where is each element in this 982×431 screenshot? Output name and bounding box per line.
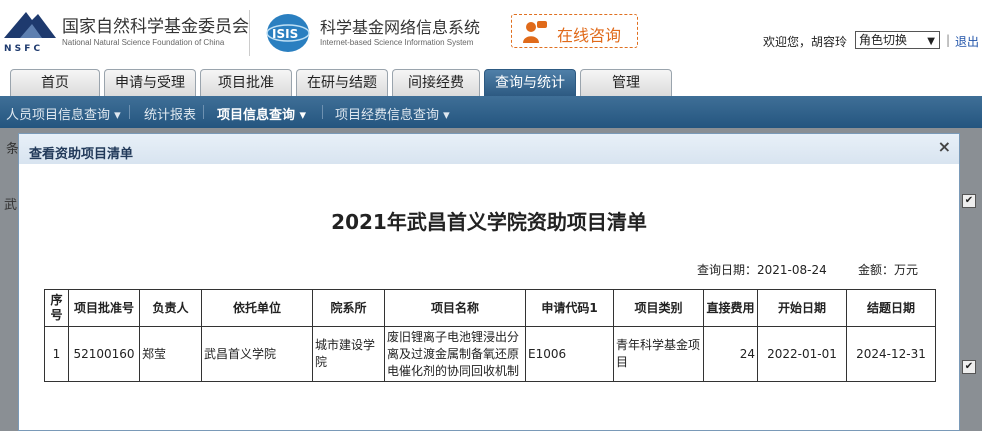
subnav-stats-report[interactable]: 统计报表 [144,104,196,123]
welcome-text: 欢迎您，胡容玲 [763,35,848,49]
system-name-cn: 科学基金网络信息系统 [320,18,481,37]
tab-apply[interactable]: 申请与受理 [104,69,196,96]
caret-down-icon: ▾ [114,108,121,123]
subnav-funds-query[interactable]: 项目经费信息查询 ▾ [335,104,450,123]
header-divider [249,10,250,56]
cell-direct-cost: 24 [703,326,758,382]
background-checkbox[interactable]: ✔ [962,194,976,208]
logout-separator: | [946,33,951,47]
cell-project-name: 废旧锂离子电池锂浸出分离及过渡金属制备氧还原电催化剂的协同回收机制 [384,326,526,382]
subnav-project-query-label: 项目信息查询 [217,108,296,123]
subnav-divider [129,105,130,119]
col-header: 负责人 [139,289,202,327]
funded-project-table: 序号 项目批准号 负责人 依托单位 院系所 项目名称 申请代码1 项目类别 直接… [44,289,936,382]
dialog-header: 查看资助项目清单 × [19,134,959,164]
subnav-person-query[interactable]: 人员项目信息查询 ▾ [6,104,121,123]
org-name-en: National Natural Science Foundation of C… [62,38,225,47]
tab-query-stats[interactable]: 查询与统计 [484,69,576,96]
col-header: 依托单位 [201,289,313,327]
svg-text:N S F C: N S F C [4,44,41,54]
col-header: 直接费用 [703,289,758,327]
consult-person-icon [523,21,547,43]
chevron-down-icon: ▼ [927,36,935,47]
project-list-dialog: 查看资助项目清单 × 2021年武昌首义学院资助项目清单 查询日期：2021-0… [18,133,960,431]
org-name-cn: 国家自然科学基金委员会 [62,17,249,37]
online-consult-button[interactable]: 在线咨询 [511,14,638,48]
background-checkbox[interactable]: ✔ [962,360,976,374]
col-header: 开始日期 [757,289,847,327]
isis-logo-icon: ISIS [266,14,310,52]
table-row: 1 52100160 郑莹 武昌首义学院 城市建设学院 废旧锂离子电池锂浸出分离… [44,326,936,382]
table-header-row: 序号 项目批准号 负责人 依托单位 院系所 项目名称 申请代码1 项目类别 直接… [44,289,936,327]
col-header: 项目名称 [384,289,526,327]
subnav-person-query-label: 人员项目信息查询 [6,108,111,123]
online-consult-label: 在线咨询 [557,26,622,45]
subnav-funds-query-label: 项目经费信息查询 [335,108,440,123]
amount-unit: 金额：万元 [858,263,919,277]
col-header: 院系所 [312,289,385,327]
role-switch-select[interactable]: 角色切换 ▼ [855,31,940,49]
subnav-project-query[interactable]: 项目信息查询 ▾ [217,104,306,123]
cell-approval-no: 52100160 [68,326,140,382]
col-header: 结题日期 [846,289,936,327]
tab-indirect-funds[interactable]: 间接经费 [392,69,480,96]
cell-project-type: 青年科学基金项目 [613,326,704,382]
top-header: N S F C 国家自然科学基金委员会 National Natural Sci… [0,0,982,66]
subnav-divider [322,105,323,119]
col-header: 序号 [44,289,69,327]
role-switch-value: 角色切换 [859,33,908,47]
cell-end-date: 2024-12-31 [846,326,936,382]
nsfc-logo-icon: N S F C [4,12,56,54]
tab-home[interactable]: 首页 [10,69,100,96]
col-header: 申请代码1 [525,289,614,327]
system-name-en: Internet-based Science Information Syste… [320,38,474,47]
dialog-title: 查看资助项目清单 [29,147,134,162]
close-icon[interactable]: × [938,137,951,156]
main-tabs: 首页 申请与受理 项目批准 在研与结题 间接经费 查询与统计 管理 [0,66,982,96]
cell-apply-code: E1006 [525,326,614,382]
sub-navigation: 人员项目信息查询 ▾ 统计报表 项目信息查询 ▾ 项目经费信息查询 ▾ [0,96,982,128]
cell-index: 1 [44,326,69,382]
logout-link[interactable]: 退出 [955,33,979,50]
col-header: 项目类别 [613,289,704,327]
tab-ongoing[interactable]: 在研与结题 [296,69,388,96]
caret-down-icon: ▾ [443,108,450,123]
caret-down-icon: ▾ [299,108,307,123]
cell-institution: 武昌首义学院 [201,326,313,382]
svg-text:ISIS: ISIS [272,27,298,41]
cell-start-date: 2022-01-01 [757,326,847,382]
cell-department: 城市建设学院 [312,326,385,382]
tab-manage[interactable]: 管理 [580,69,672,96]
subnav-divider [203,105,204,119]
cell-leader: 郑莹 [139,326,202,382]
query-date: 查询日期：2021-08-24 [697,263,827,277]
col-header: 项目批准号 [68,289,140,327]
document-title: 2021年武昌首义学院资助项目清单 [331,210,647,234]
tab-approval[interactable]: 项目批准 [200,69,292,96]
background-row-label: 武 [4,198,18,213]
